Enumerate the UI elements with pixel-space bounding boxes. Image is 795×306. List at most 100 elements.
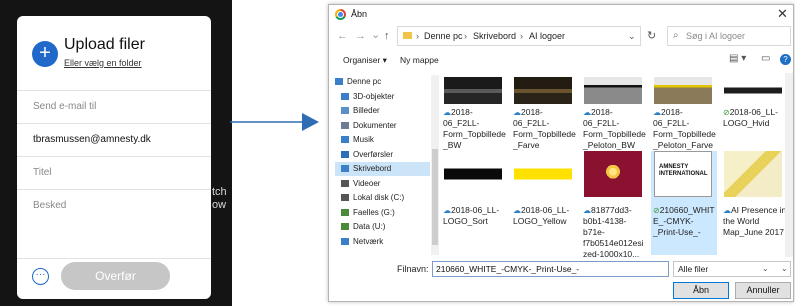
scrollbar-thumb[interactable] xyxy=(432,149,438,245)
amnesty-logo-text: AMNESTY INTERNATIONAL xyxy=(659,164,708,177)
close-icon[interactable]: ✕ xyxy=(777,6,788,22)
synced-check-icon: ⊘ xyxy=(653,206,660,215)
videos-icon xyxy=(341,179,349,187)
transfer-button[interactable]: Overfør xyxy=(61,262,170,290)
nav-item[interactable]: Skrivebord xyxy=(335,162,430,176)
cloud-icon: ☁ xyxy=(583,206,591,215)
file-thumbnail xyxy=(584,151,642,197)
nav-item-label: 3D-objekter xyxy=(353,91,395,101)
search-input[interactable]: ⌕ Søg i AI logoer xyxy=(667,26,791,46)
nav-item-label: Denne pc xyxy=(347,77,382,86)
nav-item[interactable]: 3D-objekter xyxy=(335,90,430,104)
filename-input[interactable]: 210660_WHITE_-CMYK-_Print-Use_- ⌄ xyxy=(432,261,769,277)
file-type-select[interactable]: Alle filer ⌄ xyxy=(673,261,791,277)
dialog-footer: Filnavn: 210660_WHITE_-CMYK-_Print-Use_-… xyxy=(329,257,793,301)
address-bar[interactable]: › Denne pc › Skrivebord › AI logoer ⌄ xyxy=(397,26,641,46)
nav-item[interactable]: Musik xyxy=(335,133,430,147)
file-name-text: 81877dd3-b0b1-4138-b71e-f7b0514e012esize… xyxy=(583,205,644,259)
file-name: ☁81877dd3-b0b1-4138-b71e-f7b0514e012esiz… xyxy=(583,205,647,260)
add-files-button[interactable]: + xyxy=(32,41,58,67)
cancel-button[interactable]: Annuller xyxy=(735,282,791,299)
file-type-value: Alle filer xyxy=(678,264,709,274)
file-list-scrollbar[interactable] xyxy=(785,73,793,257)
breadcrumb-this-pc[interactable]: Denne pc xyxy=(424,27,463,45)
download-icon xyxy=(341,150,349,158)
file-name: ☁2018-06_F2LL-Form_Topbillede_Peloton_Fa… xyxy=(653,107,717,151)
file-name-text: 2018-06_F2LL-Form_Topbillede_BW xyxy=(443,107,506,150)
up-arrow-icon[interactable]: ↑ xyxy=(384,30,390,42)
file-thumbnail xyxy=(514,151,572,197)
nav-item-label: Musik xyxy=(353,135,374,144)
dialog-title: Åbn xyxy=(351,9,368,19)
file-name-text: 2018-06_LL-LOGO_Yellow xyxy=(513,205,570,226)
organize-menu[interactable]: Organiser ▾ xyxy=(343,55,387,66)
nav-item[interactable]: Billeder xyxy=(335,104,430,118)
send-to-field[interactable]: Send e-mail til xyxy=(17,90,211,123)
nav-item-label: Videoer xyxy=(353,178,381,188)
file-name: ☁AI Presence in the World Map_June 2017 xyxy=(723,205,787,238)
dialog-toolbar: Organiser ▾ Ny mappe ▤ ▾ ▭ ? xyxy=(329,51,793,69)
title-field[interactable]: Titel xyxy=(17,156,211,189)
nav-item[interactable]: Lokal disk (C:) xyxy=(335,191,430,205)
recent-locations-icon[interactable]: ⌄ xyxy=(371,28,380,41)
address-dropdown-icon[interactable]: ⌄ xyxy=(628,27,636,45)
file-thumbnail xyxy=(444,77,502,104)
nav-item[interactable]: Denne pc xyxy=(335,75,430,89)
chevron-down-icon[interactable]: ⌄ xyxy=(781,262,788,276)
message-field[interactable]: Besked xyxy=(17,189,211,258)
file-name-text: 2018-06_LL-LOGO_Hvid xyxy=(723,107,778,128)
file-name: ☁2018-06_LL-LOGO_Sort xyxy=(443,205,507,227)
file-name-text: 2018-06_F2LL-Form_Topbillede_Farve xyxy=(513,107,576,150)
breadcrumb-desktop[interactable]: Skrivebord xyxy=(473,27,516,45)
change-view-icon[interactable]: ▤ ▾ xyxy=(729,53,746,64)
new-folder-button[interactable]: Ny mappe xyxy=(400,55,439,65)
navigation-scrollbar[interactable] xyxy=(431,75,439,255)
file-name-text: 2018-06_F2LL-Form_Topbillede_Peloton_Far… xyxy=(653,107,716,150)
breadcrumb-ai-logos[interactable]: AI logoer xyxy=(529,27,565,45)
preview-pane-icon[interactable]: ▭ xyxy=(761,53,770,64)
nav-item[interactable]: Faelles (G:) xyxy=(335,206,430,220)
file-name-text: 210660_WHITE_-CMYK-_Print-Use_- xyxy=(653,205,715,237)
forward-arrow-icon[interactable]: → xyxy=(355,30,366,42)
nav-item[interactable]: Videoer xyxy=(335,177,430,191)
file-thumbnail xyxy=(724,151,782,197)
nav-item-label: Netværk xyxy=(353,236,384,246)
dialog-title-bar: Åbn ✕ xyxy=(329,5,793,25)
network-drive-icon xyxy=(341,223,349,230)
file-tile[interactable]: AMNESTY INTERNATIONAL ⊘210660_WHITE_-CMYK… xyxy=(651,151,717,255)
chrome-icon xyxy=(335,9,346,20)
refresh-icon[interactable]: ↻ xyxy=(647,29,656,42)
cloud-icon: ☁ xyxy=(583,108,591,117)
help-icon[interactable]: ? xyxy=(780,54,791,65)
cloud-icon: ☁ xyxy=(443,206,451,215)
navigation-bar: ← → ⌄ ↑ › Denne pc › Skrivebord › AI log… xyxy=(329,25,793,49)
more-options-button[interactable]: ··· xyxy=(32,268,49,285)
cloud-icon: ☁ xyxy=(443,108,451,117)
upload-header: + Upload filer Eller vælg en folder xyxy=(17,16,211,82)
network-drive-icon xyxy=(341,208,349,216)
file-list: ☁2018-06_F2LL-Form_Topbillede_BW ☁2018-06… xyxy=(441,73,793,259)
select-folder-link[interactable]: Eller vælg en folder xyxy=(64,58,142,68)
navigation-pane: Denne pc 3D-objekter Billeder Dokumenter Mus… xyxy=(335,75,430,255)
open-button[interactable]: Åbn xyxy=(673,282,729,299)
file-tile[interactable]: ☁AI Presence in the World Map_June 2017 xyxy=(721,151,787,255)
file-tile[interactable]: ☁2018-06_LL-LOGO_Sort xyxy=(441,151,507,255)
file-tile[interactable]: ☁2018-06_LL-LOGO_Yellow xyxy=(511,151,577,255)
nav-item[interactable]: Data (U:) xyxy=(335,220,430,234)
upload-title: Upload filer xyxy=(64,36,145,53)
nav-item[interactable]: Overførsler xyxy=(335,148,430,162)
upload-footer: ··· Overfør xyxy=(17,258,211,299)
file-name: ☁2018-06_LL-LOGO_Yellow xyxy=(513,205,577,227)
email-field[interactable]: tbrasmussen@amnesty.dk xyxy=(17,123,211,156)
nav-item[interactable]: Dokumenter xyxy=(335,119,430,133)
nav-item[interactable]: Netværk xyxy=(335,235,430,249)
file-tile[interactable]: ☁81877dd3-b0b1-4138-b71e-f7b0514e012esiz… xyxy=(581,151,647,259)
file-name: ⊘2018-06_LL-LOGO_Hvid xyxy=(723,107,787,129)
back-arrow-icon[interactable]: ← xyxy=(337,30,348,42)
cloud-icon: ☁ xyxy=(653,108,661,117)
background-partial-text: tch ow xyxy=(212,186,227,211)
nav-item-label: Skrivebord xyxy=(353,164,392,173)
file-thumbnail: AMNESTY INTERNATIONAL xyxy=(654,151,712,197)
file-name: ☁2018-06_F2LL-Form_Topbillede_Farve xyxy=(513,107,577,151)
nav-item-label: Overførsler xyxy=(353,149,393,159)
